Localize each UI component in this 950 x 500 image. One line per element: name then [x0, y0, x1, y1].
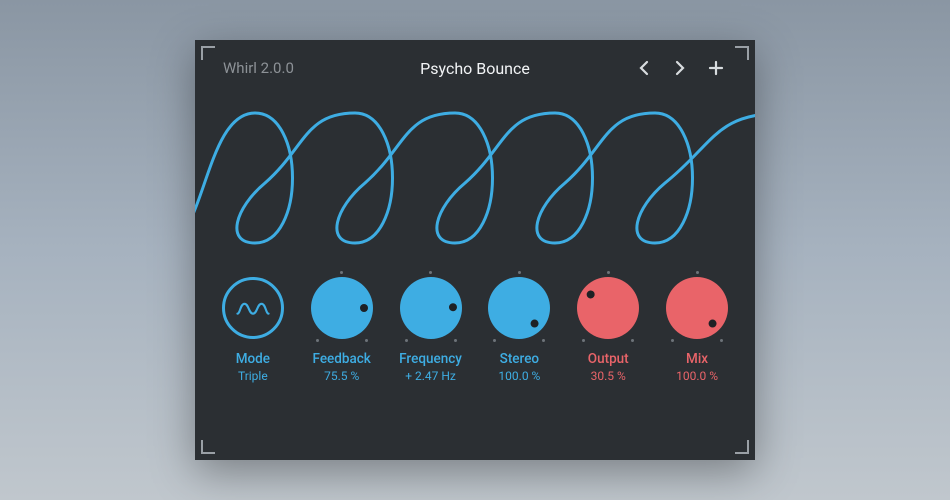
next-preset-button[interactable]	[669, 57, 691, 79]
knob-tick-icon	[696, 271, 699, 274]
plus-icon	[708, 60, 724, 76]
corner-bracket-icon	[735, 46, 749, 60]
knob-value: 30.5 %	[591, 369, 626, 383]
knob-value: + 2.47 Hz	[405, 369, 456, 383]
knob-indicator-icon	[707, 318, 718, 329]
knob-tick-icon	[671, 339, 674, 342]
plugin-window: Whirl 2.0.0 Psycho Bounce Mode	[195, 40, 755, 460]
knob-label: Output	[588, 351, 629, 367]
knob-tick-icon	[429, 271, 432, 274]
knob-tick-icon	[316, 339, 319, 342]
knob-tick-icon	[582, 339, 585, 342]
knob-tick-icon	[493, 339, 496, 342]
preset-name[interactable]: Psycho Bounce	[420, 59, 530, 78]
knob-feedback: Feedback 75.5 %	[301, 277, 383, 383]
mode-knob[interactable]	[222, 277, 284, 339]
corner-bracket-icon	[201, 46, 215, 60]
header-bar: Whirl 2.0.0 Psycho Bounce	[195, 40, 755, 88]
knob-tick-icon	[340, 271, 343, 274]
corner-bracket-icon	[735, 440, 749, 454]
plugin-title: Whirl 2.0.0	[223, 59, 294, 77]
knob-tick-icon	[454, 339, 457, 342]
knob-tick-icon	[631, 339, 634, 342]
output-knob[interactable]	[577, 277, 639, 339]
knob-indicator-icon	[585, 289, 596, 300]
knob-label: Mode	[236, 351, 270, 367]
knob-indicator-icon	[360, 304, 368, 312]
prev-preset-button[interactable]	[633, 57, 655, 79]
knob-stereo: Stereo 100.0 %	[478, 277, 560, 383]
knob-value: Triple	[238, 369, 268, 383]
chevron-right-icon	[674, 60, 686, 76]
knob-label: Mix	[686, 351, 708, 367]
mix-knob[interactable]	[666, 277, 728, 339]
knob-indicator-icon	[529, 318, 540, 329]
knob-label: Stereo	[500, 351, 539, 367]
knob-tick-icon	[518, 271, 521, 274]
knob-label: Feedback	[313, 351, 371, 367]
knob-tick-icon	[720, 339, 723, 342]
chevron-left-icon	[638, 60, 650, 76]
knob-row: Mode Triple Feedback 75.5 % Frequency + …	[195, 263, 755, 460]
waveform-visualization	[195, 88, 755, 263]
knob-mode: Mode Triple	[212, 277, 294, 383]
knob-label: Frequency	[399, 351, 462, 367]
knob-output: Output 30.5 %	[567, 277, 649, 383]
corner-bracket-icon	[201, 440, 215, 454]
knob-value: 100.0 %	[498, 369, 540, 383]
knob-tick-icon	[365, 339, 368, 342]
knob-tick-icon	[607, 271, 610, 274]
mode-triple-icon	[236, 298, 270, 318]
knob-mix: Mix 100.0 %	[656, 277, 738, 383]
knob-value: 100.0 %	[676, 369, 718, 383]
knob-value: 75.5 %	[324, 369, 359, 383]
knob-tick-icon	[405, 339, 408, 342]
feedback-knob[interactable]	[311, 277, 373, 339]
stereo-knob[interactable]	[488, 277, 550, 339]
frequency-knob[interactable]	[400, 277, 462, 339]
knob-tick-icon	[542, 339, 545, 342]
preset-nav	[633, 57, 727, 79]
knob-indicator-icon	[448, 303, 456, 311]
add-preset-button[interactable]	[705, 57, 727, 79]
knob-frequency: Frequency + 2.47 Hz	[390, 277, 472, 383]
